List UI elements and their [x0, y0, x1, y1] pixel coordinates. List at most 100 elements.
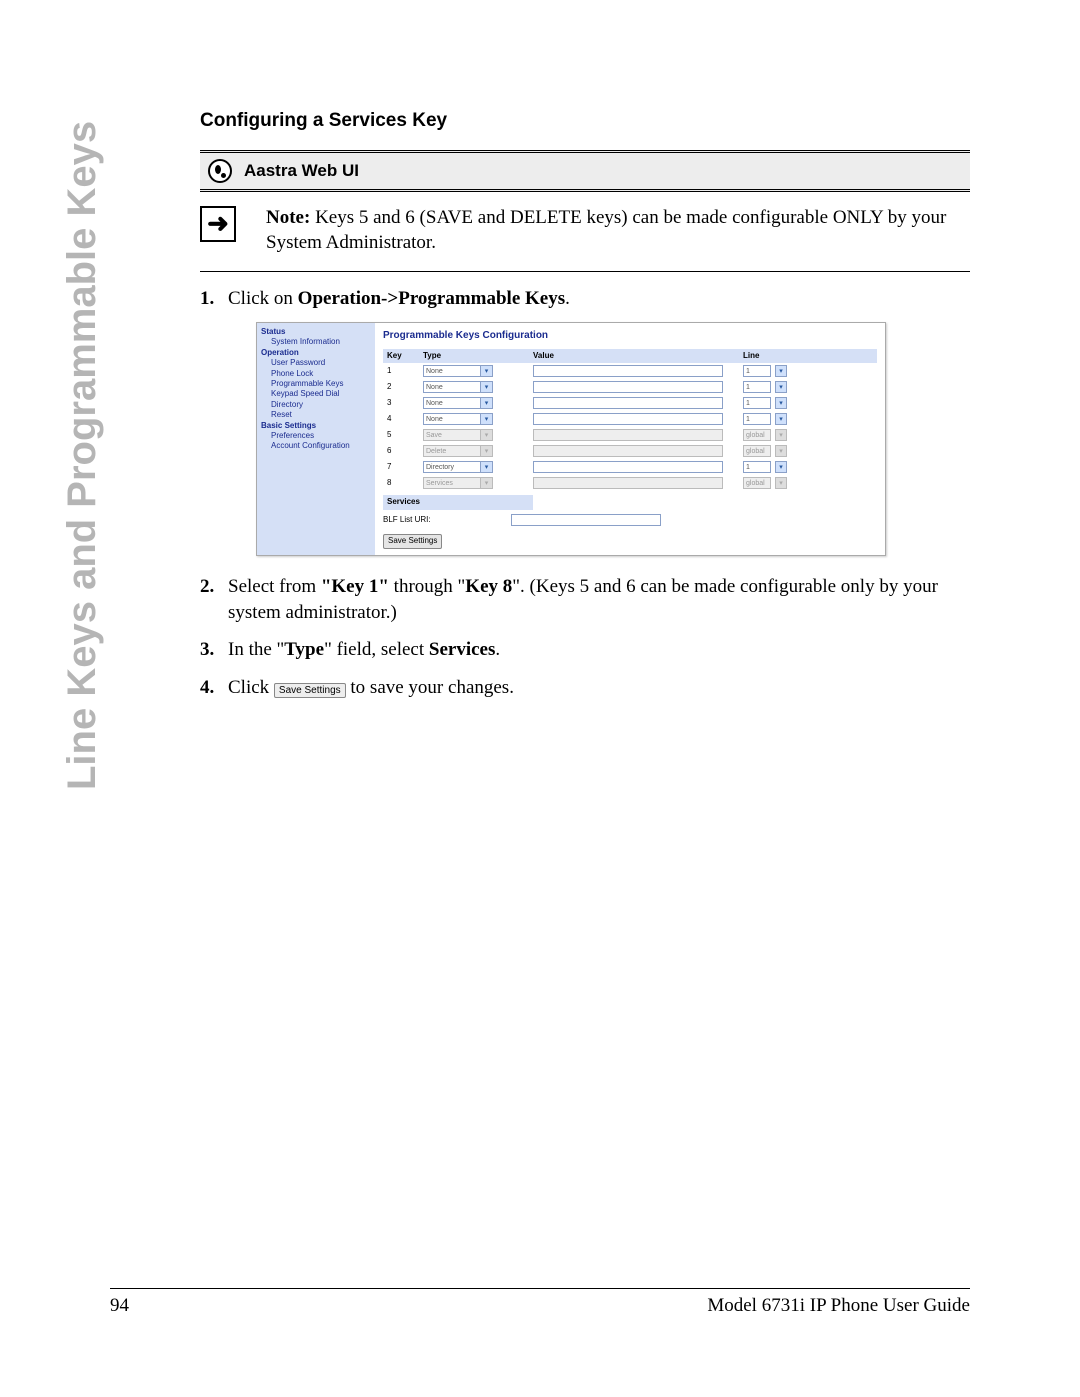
key-cell: 5	[383, 430, 423, 441]
value-input[interactable]	[533, 413, 723, 425]
chevron-down-icon: ▾	[480, 462, 492, 472]
line-select: global	[743, 445, 771, 457]
value-input[interactable]	[533, 381, 723, 393]
table-row: 4None▾ 1 ▾	[383, 411, 877, 427]
table-row: 1None▾1▾	[383, 363, 877, 379]
chevron-down-icon: ▾	[775, 429, 787, 441]
type-select[interactable]: None▾	[423, 397, 493, 409]
section-title: Configuring a Services Key	[200, 110, 970, 132]
chevron-down-icon: ▾	[480, 446, 492, 456]
nav-system-information[interactable]: System Information	[261, 337, 373, 347]
col-value: Value	[533, 351, 743, 362]
step-1-text-a: Click on	[228, 288, 298, 309]
chevron-down-icon[interactable]: ▾	[775, 365, 787, 377]
config-screenshot: Status System Information Operation User…	[256, 322, 886, 556]
arrow-right-icon: ➜	[200, 206, 236, 242]
chevron-down-icon[interactable]: ▾	[775, 413, 787, 425]
table-row: 6Delete▾ global ▾	[383, 443, 877, 459]
type-select[interactable]: None▾	[423, 413, 493, 425]
step-3-text-d: Services	[429, 639, 495, 660]
value-input	[533, 429, 723, 441]
col-type: Type	[423, 351, 533, 362]
step-3-text-e: .	[495, 639, 500, 660]
line-select[interactable]: 1	[743, 365, 771, 377]
nav-phone-lock[interactable]: Phone Lock	[261, 369, 373, 379]
step-2-text-b: "Key 1"	[321, 576, 389, 597]
nav-status[interactable]: Status	[261, 327, 373, 337]
nav-user-password[interactable]: User Password	[261, 358, 373, 368]
nav-reset[interactable]: Reset	[261, 410, 373, 420]
table-row: 3None▾ 1 ▾	[383, 395, 877, 411]
note-block: ➜ Note: Keys 5 and 6 (SAVE and DELETE ke…	[200, 206, 970, 272]
value-input	[533, 445, 723, 457]
step-1-text-b: Operation->Programmable Keys	[298, 288, 565, 309]
chevron-down-icon: ▾	[480, 366, 492, 376]
type-select: Delete▾	[423, 445, 493, 457]
col-line: Line	[743, 351, 803, 362]
step-2: Select from "Key 1" through "Key 8". (Ke…	[200, 574, 970, 625]
line-select: global	[743, 477, 771, 489]
type-select: Services▾	[423, 477, 493, 489]
note-body: Keys 5 and 6 (SAVE and DELETE keys) can …	[266, 207, 946, 253]
key-cell: 7	[383, 462, 423, 473]
chevron-down-icon: ▾	[480, 398, 492, 408]
nav-preferences[interactable]: Preferences	[261, 431, 373, 441]
step-4-text-a: Click	[228, 677, 274, 698]
nav-programmable-keys[interactable]: Programmable Keys	[261, 379, 373, 389]
type-select[interactable]: None▾	[423, 365, 493, 377]
line-select[interactable]: 1	[743, 461, 771, 473]
note-text: Note: Keys 5 and 6 (SAVE and DELETE keys…	[266, 206, 970, 255]
page-footer: 94 Model 6731i IP Phone User Guide	[110, 1288, 970, 1317]
key-cell: 8	[383, 478, 423, 489]
screenshot-main: Programmable Keys Configuration Key Type…	[375, 323, 885, 555]
value-input[interactable]	[533, 461, 723, 473]
chevron-down-icon: ▾	[775, 445, 787, 457]
value-input[interactable]	[533, 365, 723, 377]
nav-account-configuration[interactable]: Account Configuration	[261, 441, 373, 451]
line-select[interactable]: 1	[743, 381, 771, 393]
step-2-text-d: Key 8	[465, 576, 512, 597]
table-row: 5Save▾global▾	[383, 427, 877, 443]
chevron-down-icon: ▾	[480, 430, 492, 440]
key-cell: 6	[383, 446, 423, 457]
line-select[interactable]: 1	[743, 397, 771, 409]
table-row: 7Directory▾ 1 ▾	[383, 459, 877, 475]
blf-input[interactable]	[511, 514, 661, 526]
nav-directory[interactable]: Directory	[261, 400, 373, 410]
chevron-down-icon[interactable]: ▾	[775, 397, 787, 409]
chevron-down-icon: ▾	[480, 414, 492, 424]
step-4-text-b: to save your changes.	[346, 677, 514, 698]
line-select[interactable]: 1	[743, 413, 771, 425]
chevron-down-icon: ▾	[775, 477, 787, 489]
web-ui-label: Aastra Web UI	[244, 161, 359, 181]
step-list: Click on Operation->Programmable Keys. S…	[200, 286, 970, 700]
sidebar-section-label: Line Keys and Programmable Keys	[60, 90, 120, 790]
key-cell: 3	[383, 398, 423, 409]
value-input[interactable]	[533, 397, 723, 409]
nav-keypad-speed-dial[interactable]: Keypad Speed Dial	[261, 389, 373, 399]
screenshot-title: Programmable Keys Configuration	[383, 329, 877, 343]
line-select: global	[743, 429, 771, 441]
chevron-down-icon: ▾	[480, 382, 492, 392]
type-select[interactable]: None▾	[423, 381, 493, 393]
chevron-down-icon: ▾	[480, 478, 492, 488]
key-cell: 2	[383, 382, 423, 393]
type-select[interactable]: Directory▾	[423, 461, 493, 473]
value-input	[533, 477, 723, 489]
chevron-down-icon[interactable]: ▾	[775, 461, 787, 473]
key-cell: 4	[383, 414, 423, 425]
step-2-text-a: Select from	[228, 576, 321, 597]
save-settings-button[interactable]: Save Settings	[383, 534, 442, 549]
note-prefix: Note:	[266, 207, 310, 228]
step-2-text-c: through "	[389, 576, 465, 597]
col-key: Key	[383, 351, 423, 362]
step-1-text-c: .	[565, 288, 570, 309]
inline-save-settings-button[interactable]: Save Settings	[274, 683, 346, 699]
chevron-down-icon[interactable]: ▾	[775, 381, 787, 393]
step-1: Click on Operation->Programmable Keys. S…	[200, 286, 970, 556]
services-section-header: Services	[383, 495, 533, 510]
step-3-text-b: Type	[284, 639, 324, 660]
nav-basic-settings[interactable]: Basic Settings	[261, 421, 373, 431]
nav-operation[interactable]: Operation	[261, 348, 373, 358]
key-cell: 1	[383, 366, 423, 377]
